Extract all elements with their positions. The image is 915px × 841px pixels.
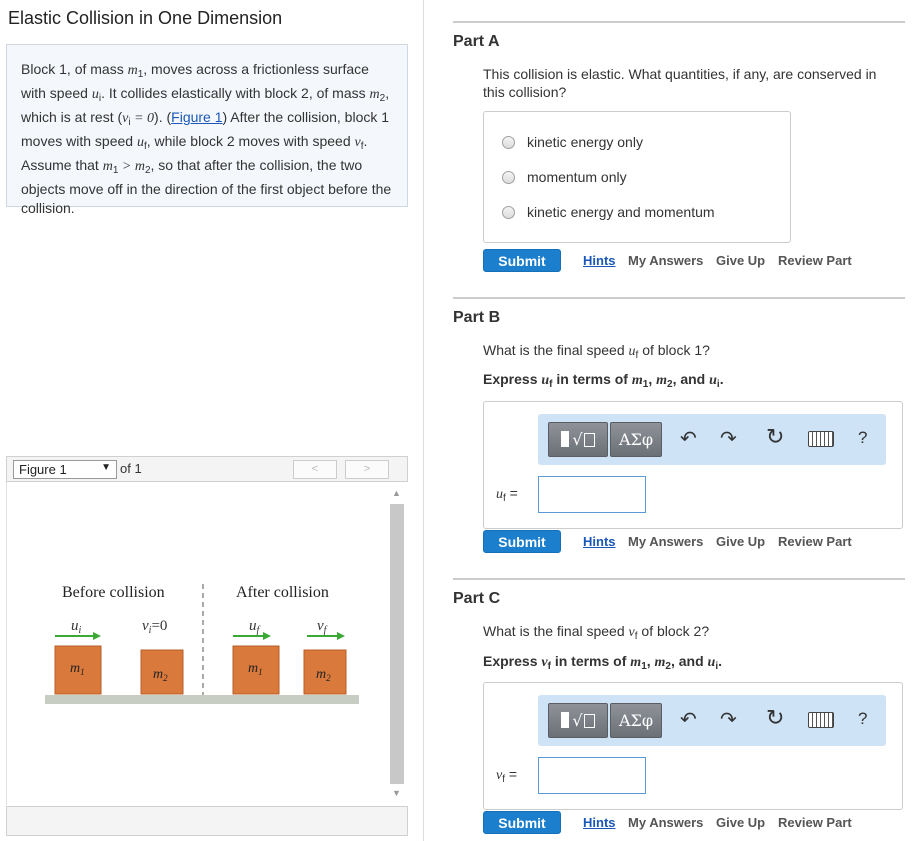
math-toolbar: √ ΑΣφ ↶ ↷ ↻ ?	[538, 695, 886, 746]
figure-scrollbar[interactable]: ▲ ▼	[388, 486, 406, 802]
review-part-link[interactable]: Review Part	[778, 534, 852, 549]
give-up-link[interactable]: Give Up	[716, 253, 765, 268]
option-momentum[interactable]: momentum only	[502, 169, 627, 185]
chevron-down-icon: ▼	[101, 462, 111, 473]
undo-icon[interactable]: ↶	[680, 707, 697, 732]
part-a-label: Part A	[453, 33, 500, 50]
ui-label: ui	[71, 618, 82, 636]
part-b-actions: Submit Hints My Answers Give Up Review P…	[483, 530, 903, 554]
figure-panel: Before collision After collision ui vi=0…	[6, 482, 408, 805]
hints-link[interactable]: Hints	[583, 534, 616, 549]
scroll-down-icon[interactable]: ▼	[392, 788, 401, 798]
help-icon[interactable]: ?	[858, 428, 867, 448]
help-icon[interactable]: ?	[858, 709, 867, 729]
submit-button[interactable]: Submit	[483, 249, 561, 272]
option-kinetic-energy[interactable]: kinetic energy only	[502, 134, 643, 150]
part-c-label: Part C	[453, 590, 501, 607]
answer-label: uf =	[496, 485, 518, 504]
templates-button[interactable]: √	[548, 703, 608, 738]
submit-button[interactable]: Submit	[483, 811, 561, 834]
uf-label: uf	[249, 618, 261, 636]
next-figure-button[interactable]: >	[345, 460, 389, 479]
part-b-label: Part B	[453, 309, 501, 326]
part-b: Part B What is the final speed uf of blo…	[453, 297, 905, 577]
part-c-answer-editor: √ ΑΣφ ↶ ↷ ↻ ? vf =	[483, 682, 903, 810]
answer-label: vf =	[496, 766, 518, 785]
symbols-button[interactable]: ΑΣφ	[610, 703, 662, 738]
radio-button[interactable]	[502, 171, 515, 184]
figure-select[interactable]: Figure 1 ▼	[13, 460, 117, 479]
question-pane: Part A This collision is elastic. What q…	[425, 0, 915, 841]
keyboard-icon[interactable]	[808, 712, 834, 728]
hints-link[interactable]: Hints	[583, 815, 616, 830]
previous-figure-button[interactable]: <	[293, 460, 337, 479]
hints-link[interactable]: Hints	[583, 253, 616, 268]
problem-statement: Block 1, of mass m1, moves across a fric…	[6, 44, 408, 216]
math-toolbar: √ ΑΣφ ↶ ↷ ↻ ?	[538, 414, 886, 465]
part-c-question: What is the final speed vf of block 2?	[483, 623, 710, 642]
part-b-question: What is the final speed uf of block 1?	[483, 342, 710, 361]
page-title: Elastic Collision in One Dimension	[8, 8, 283, 28]
figure-link[interactable]: Figure 1	[171, 109, 222, 125]
radio-button[interactable]	[502, 136, 515, 149]
undo-icon[interactable]: ↶	[680, 426, 697, 451]
answer-input[interactable]	[538, 757, 646, 794]
figure-toolbar: Figure 1 ▼ of 1 < >	[6, 456, 408, 482]
part-a-options: kinetic energy only momentum only kineti…	[483, 111, 791, 243]
keyboard-icon[interactable]	[808, 431, 834, 447]
review-part-link[interactable]: Review Part	[778, 815, 852, 830]
scroll-up-icon[interactable]: ▲	[392, 488, 401, 498]
figure-count: of 1	[120, 461, 142, 476]
my-answers-link[interactable]: My Answers	[628, 815, 703, 830]
templates-button[interactable]: √	[548, 422, 608, 457]
part-c: Part C What is the final speed vf of blo…	[453, 578, 905, 841]
redo-icon[interactable]: ↷	[720, 707, 737, 732]
option-both[interactable]: kinetic energy and momentum	[502, 204, 715, 220]
submit-button[interactable]: Submit	[483, 530, 561, 553]
give-up-link[interactable]: Give Up	[716, 815, 765, 830]
part-a: Part A This collision is elastic. What q…	[453, 21, 905, 291]
review-part-link[interactable]: Review Part	[778, 253, 852, 268]
floor	[45, 695, 359, 704]
before-collision-label: Before collision	[62, 584, 165, 601]
collision-figure: Before collision After collision ui vi=0…	[45, 584, 359, 704]
symbols-button[interactable]: ΑΣφ	[610, 422, 662, 457]
figure-footer	[6, 806, 408, 836]
part-c-actions: Submit Hints My Answers Give Up Review P…	[483, 811, 903, 835]
part-c-instruction: Express vf in terms of m1, m2, and ui.	[483, 653, 723, 672]
scroll-thumb[interactable]	[390, 504, 404, 784]
part-a-actions: Submit Hints My Answers Give Up Review P…	[483, 249, 903, 273]
vf-label: vf	[317, 618, 328, 636]
give-up-link[interactable]: Give Up	[716, 534, 765, 549]
vi-label: vi=0	[142, 618, 167, 636]
after-collision-label: After collision	[236, 584, 329, 601]
problem-pane: Elastic Collision in One Dimension Block…	[0, 0, 424, 841]
radio-button[interactable]	[502, 206, 515, 219]
my-answers-link[interactable]: My Answers	[628, 534, 703, 549]
redo-icon[interactable]: ↷	[720, 426, 737, 451]
part-b-instruction: Express uf in terms of m1, m2, and ui.	[483, 371, 724, 390]
reset-icon[interactable]: ↻	[766, 424, 784, 450]
part-b-answer-editor: √ ΑΣφ ↶ ↷ ↻ ? uf =	[483, 401, 903, 529]
part-a-question: This collision is elastic. What quantiti…	[483, 66, 877, 100]
my-answers-link[interactable]: My Answers	[628, 253, 703, 268]
answer-input[interactable]	[538, 476, 646, 513]
reset-icon[interactable]: ↻	[766, 705, 784, 731]
